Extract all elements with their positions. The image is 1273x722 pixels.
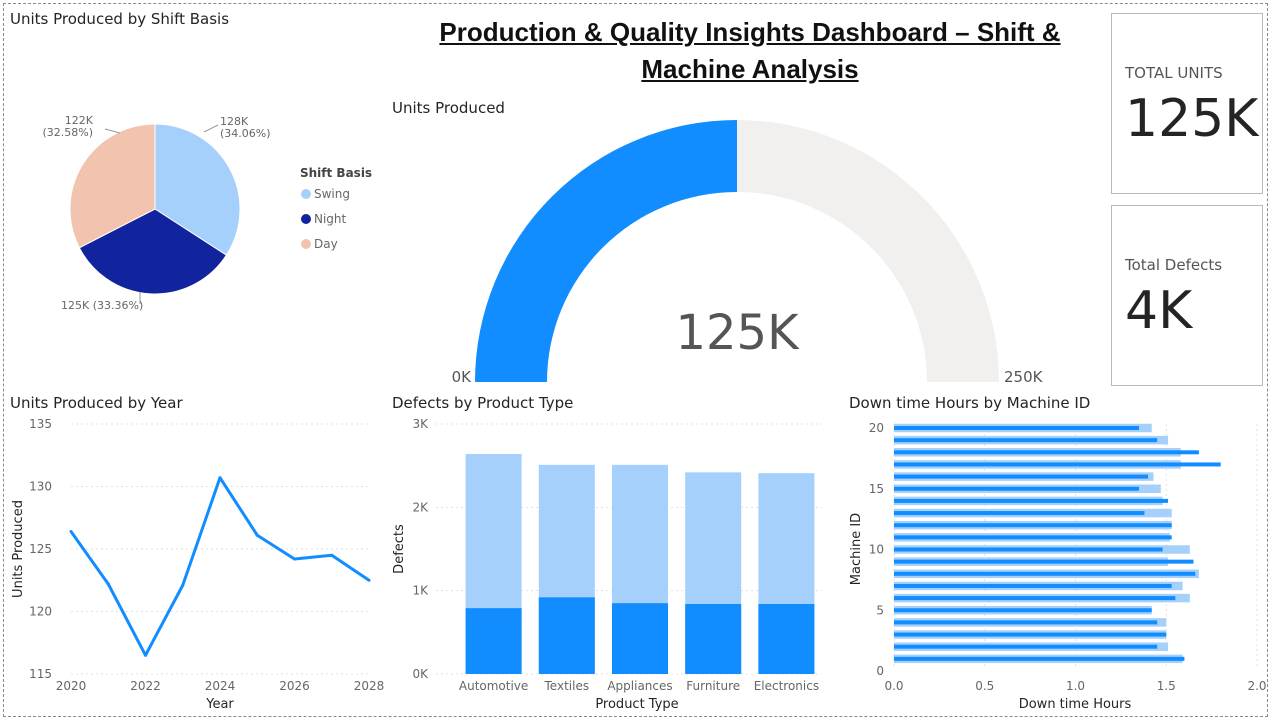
hbar-inner-machine-2 bbox=[894, 644, 1158, 649]
hbar-inner-machine-3 bbox=[894, 632, 1167, 637]
hbar-xtick-label: 1.5 bbox=[1157, 679, 1176, 693]
hbar-chart[interactable]: 0.0 0.5 1.0 1.5 2.0 0 5 10 15 20 Down time Hours Ma… bbox=[0, 0, 1273, 722]
hbar-inner-machine-8 bbox=[894, 571, 1196, 576]
hbar-inner-machine-11 bbox=[894, 535, 1172, 540]
hbar-inner-machine-7 bbox=[894, 583, 1172, 588]
hbar-x-axis-title: Down time Hours bbox=[1019, 697, 1132, 712]
hbar-xtick-label: 0.5 bbox=[975, 679, 994, 693]
hbar-ytick-label: 0 bbox=[876, 664, 884, 678]
hbar-inner-machine-12 bbox=[894, 523, 1172, 528]
hbar-inner-machine-18 bbox=[894, 450, 1199, 455]
hbar-ytick-label: 10 bbox=[869, 543, 884, 557]
hbar-inner-machine-4 bbox=[894, 620, 1158, 625]
hbar-inner-machine-9 bbox=[894, 559, 1194, 564]
hbar-inner-machine-17 bbox=[894, 462, 1221, 467]
hbar-inner-machine-1 bbox=[894, 656, 1185, 661]
hbar-xtick-label: 1.0 bbox=[1066, 679, 1085, 693]
hbar-inner-machine-16 bbox=[894, 474, 1149, 479]
hbar-ytick-label: 20 bbox=[869, 421, 884, 435]
hbar-inner-machine-13 bbox=[894, 511, 1145, 516]
hbar-inner-machine-15 bbox=[894, 486, 1140, 491]
hbar-ytick-label: 5 bbox=[876, 603, 884, 617]
hbar-inner-machine-19 bbox=[894, 438, 1158, 443]
hbar-xtick-label: 0.0 bbox=[884, 679, 903, 693]
hbar-inner-machine-6 bbox=[894, 596, 1176, 601]
hbar-inner-machine-5 bbox=[894, 608, 1152, 613]
hbar-inner-machine-14 bbox=[894, 498, 1169, 503]
hbar-ytick-label: 15 bbox=[869, 482, 884, 496]
hbar-inner-machine-20 bbox=[894, 426, 1140, 430]
hbar-y-axis-title: Machine ID bbox=[849, 513, 864, 585]
hbar-inner-machine-10 bbox=[894, 547, 1163, 552]
hbar-xtick-label: 2.0 bbox=[1247, 679, 1266, 693]
